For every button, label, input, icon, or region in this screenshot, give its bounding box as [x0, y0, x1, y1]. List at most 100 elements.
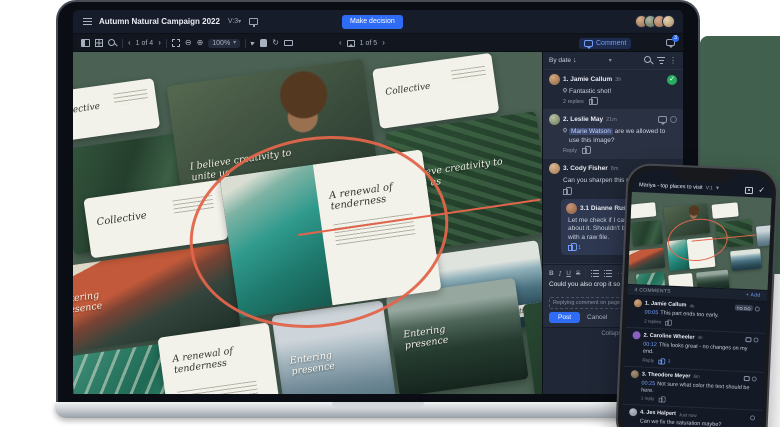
grid-view-icon[interactable] [95, 39, 103, 47]
comment-time: 4h [697, 335, 702, 340]
chevron-down-icon[interactable] [609, 58, 612, 64]
like-icon[interactable] [658, 359, 664, 365]
mini-slide [631, 220, 663, 247]
annotation-tool-icon[interactable] [284, 40, 293, 46]
zoom-level-dropdown[interactable]: 100% [208, 39, 240, 48]
fit-screen-icon[interactable] [172, 39, 180, 47]
approved-check-icon[interactable] [667, 75, 677, 85]
post-button[interactable]: Post [549, 312, 580, 323]
search-icon[interactable] [108, 39, 117, 48]
pointer-tool-icon[interactable] [251, 40, 256, 45]
phone-canvas[interactable] [628, 192, 772, 290]
underline-button[interactable]: U [566, 270, 571, 277]
reply-icon[interactable] [745, 337, 751, 342]
resolve-ring-icon[interactable] [753, 338, 758, 343]
hand-tool-icon[interactable] [260, 39, 267, 47]
chevron-down-icon[interactable] [716, 186, 719, 192]
make-decision-button[interactable]: Make decision [342, 15, 403, 29]
timecode[interactable]: 00:05 [644, 310, 658, 317]
comment-header: 1. Jamie Callum 3h [549, 74, 677, 85]
chevron-down-icon[interactable] [238, 19, 241, 25]
laptop-base [55, 402, 701, 418]
next-file-button[interactable] [382, 39, 385, 47]
resolve-ring-icon[interactable] [750, 415, 755, 420]
more-options-icon[interactable] [669, 57, 677, 65]
replies-link[interactable]: 2 replies [563, 99, 584, 105]
comment-time: 4h [689, 303, 694, 308]
next-page-button[interactable] [158, 39, 161, 47]
present-icon[interactable] [249, 18, 258, 25]
avatar [549, 163, 560, 174]
phone-project-title: Mariya - top places to visit [639, 182, 703, 191]
avatar[interactable] [662, 15, 675, 28]
replies-link[interactable]: 2 replies [644, 318, 661, 324]
comment-author: 4. Jes Halpert [640, 410, 676, 418]
reply-icon[interactable] [744, 376, 750, 381]
comment-item[interactable]: 3. Theodore Meyer6m 00:25Not sure what c… [622, 366, 764, 411]
laptop-lid: Autumn Natural Campaign 2022 V:3 Make de… [56, 0, 700, 402]
like-icon[interactable] [568, 244, 576, 251]
comment-item[interactable]: 1. Jamie Callum 3h Fantastic shot! 2 rep… [543, 70, 683, 110]
comment-time: 8m [611, 166, 619, 172]
prev-file-button[interactable] [339, 39, 342, 47]
reply-link[interactable]: Reply [642, 357, 654, 362]
timecode[interactable]: 00:25 [641, 380, 655, 387]
like-icon[interactable] [589, 98, 597, 105]
comment-author: 3. Theodore Meyer [642, 371, 691, 379]
bold-button[interactable]: B [549, 270, 554, 277]
divider [166, 39, 167, 48]
sort-label: By date [549, 57, 571, 64]
slide-text-lines [451, 66, 486, 83]
review-canvas[interactable]: Collective I believe creativity to unite… [73, 52, 542, 394]
filter-icon[interactable] [657, 57, 665, 64]
comments-count: 4 COMMENTS [634, 287, 671, 295]
zoom-level: 100% [212, 40, 230, 47]
chat-icon[interactable]: 3 [666, 39, 675, 48]
sort-dropdown[interactable]: By date [549, 57, 577, 64]
pin-icon [562, 128, 568, 134]
comment-time: 21m [606, 117, 617, 123]
comment-author: 1. Jamie Callum [563, 76, 612, 83]
approve-check-icon[interactable] [758, 186, 765, 194]
like-icon[interactable] [582, 147, 590, 154]
replies-link[interactable]: 1 reply [641, 396, 655, 402]
comment-item[interactable]: 2. Leslie May 21m Marie Watson are we al… [543, 110, 683, 159]
slide-title: A renewal of tenderness [172, 342, 262, 376]
resolve-ring-icon[interactable] [670, 116, 677, 123]
search-comments-icon[interactable] [644, 56, 653, 65]
add-comment-button[interactable]: + Add [746, 292, 761, 299]
like-icon[interactable] [665, 320, 671, 326]
main-area: Collective I believe creativity to unite… [73, 52, 683, 394]
comment-mode-button[interactable]: Comment [579, 38, 631, 49]
cancel-button[interactable]: Cancel [587, 314, 607, 321]
sidebar-toggle-icon[interactable] [81, 39, 90, 47]
media-icon[interactable] [745, 186, 753, 193]
like-icon[interactable] [563, 188, 571, 195]
menu-icon[interactable] [83, 18, 92, 25]
file-pager: 1 of 5 [339, 34, 385, 52]
bullet-list-icon[interactable] [591, 270, 599, 277]
reply-link[interactable]: Reply [563, 148, 577, 154]
italic-button[interactable]: I [559, 270, 562, 278]
todo-badge[interactable]: TO DO [735, 305, 753, 312]
rotate-icon[interactable] [272, 39, 279, 47]
prev-page-button[interactable] [128, 39, 131, 47]
comment-item[interactable]: 2. Caroline Wheeler4h 00:12This looks gr… [624, 328, 766, 373]
timecode[interactable]: 00:12 [643, 341, 657, 348]
zoom-out-button[interactable]: ⊖ [185, 39, 192, 47]
resolve-ring-icon[interactable] [752, 376, 757, 381]
reply-icon[interactable] [658, 116, 667, 123]
comment-text: Not sure what color the text should be h… [641, 381, 750, 394]
numbered-list-icon[interactable] [604, 270, 612, 277]
phone-version-selector[interactable]: V:1 [705, 185, 713, 191]
like-count: 1 [578, 245, 581, 251]
zoom-in-button[interactable]: ⊕ [197, 39, 204, 47]
resolve-ring-icon[interactable] [755, 306, 760, 311]
mention-chip[interactable]: Marie Watson [569, 128, 613, 135]
strikethrough-button[interactable]: S [576, 270, 580, 277]
like-icon[interactable] [658, 397, 664, 403]
version-selector[interactable]: V:3 [228, 18, 238, 25]
avatar [629, 408, 637, 416]
divider [122, 39, 123, 48]
file-thumb-icon [347, 40, 355, 47]
